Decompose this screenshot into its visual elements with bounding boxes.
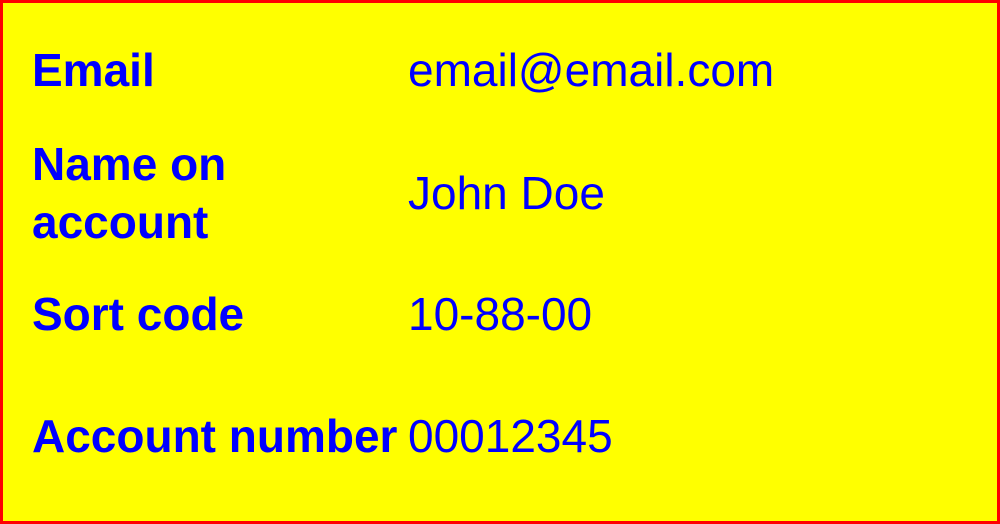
email-value: email@email.com (408, 44, 775, 96)
details-row-account-number: Account number 00012345 (32, 378, 997, 494)
account-number-label: Account number (32, 410, 398, 462)
name-on-account-value: John Doe (408, 167, 605, 219)
sort-code-label: Sort code (32, 288, 245, 340)
details-row-email: Email email@email.com (32, 41, 997, 99)
account-details-panel: Email email@email.com Name on account Jo… (0, 0, 1000, 524)
details-row-name-on-account: Name on account John Doe (32, 135, 997, 251)
details-row-sort-code: Sort code 10-88-00 (32, 285, 997, 343)
sort-code-value: 10-88-00 (408, 288, 593, 340)
account-number-value: 00012345 (408, 410, 613, 462)
email-label: Email (32, 44, 155, 96)
name-on-account-label: Name on account (32, 138, 227, 248)
